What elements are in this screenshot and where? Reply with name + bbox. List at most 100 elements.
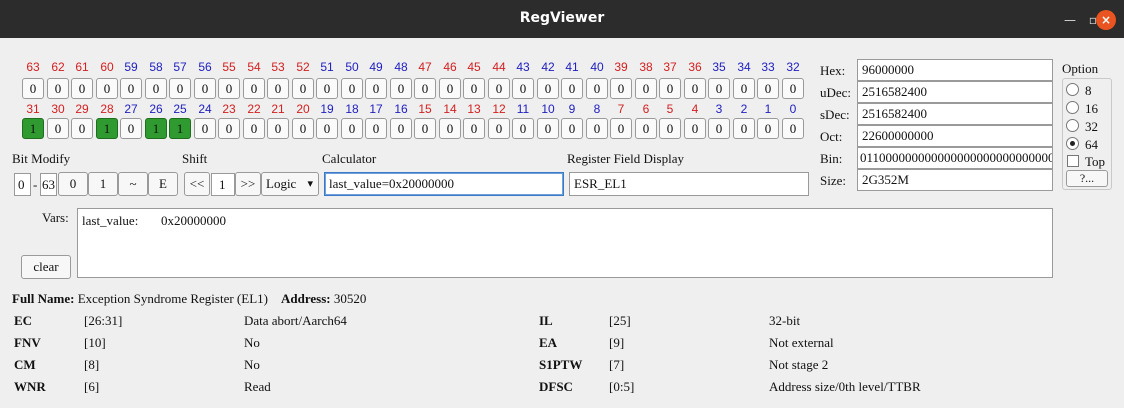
bit-toggle-button[interactable]: 0 [243,78,265,99]
bit-number: 56 [198,60,212,74]
bit-toggle-button[interactable]: 0 [22,78,44,99]
bit-toggle-button[interactable]: 0 [782,118,804,139]
bit-toggle-button[interactable]: 0 [267,118,289,139]
option-8-radio[interactable] [1066,83,1079,96]
top-checkbox[interactable] [1067,155,1079,167]
bit-toggle-button[interactable]: 0 [292,118,314,139]
sdec-label: sDec: [820,107,850,122]
clear-button[interactable]: clear [21,255,71,279]
bit-toggle-button[interactable]: 0 [659,78,681,99]
bit-toggle-button[interactable]: 0 [71,118,93,139]
bit-toggle-button[interactable]: 0 [757,118,779,139]
bit-number: 59 [124,60,138,74]
option-label: Option [1062,61,1099,76]
bit-toggle-button[interactable]: 0 [120,78,142,99]
bit-toggle-button[interactable]: 0 [537,118,559,139]
bit-toggle-button[interactable]: 0 [243,118,265,139]
bit-toggle-button[interactable]: 0 [365,118,387,139]
bit-toggle-button[interactable]: 0 [610,78,632,99]
sdec-input[interactable]: 2516582400 [857,103,1053,125]
bit-toggle-button[interactable]: 0 [218,118,240,139]
hex-input[interactable]: 96000000 [857,59,1053,81]
bit-toggle-button[interactable]: 0 [47,118,69,139]
register-field-display-input[interactable]: ESR_EL1 [569,172,809,196]
bit-toggle-button[interactable]: 0 [218,78,240,99]
more-options-button[interactable]: ?... [1066,170,1108,187]
bit-modify-to-input[interactable]: 63 [40,173,57,196]
size-input[interactable]: 2G352M [857,169,1053,191]
bit-toggle-button[interactable]: 0 [414,78,436,99]
bit-toggle-button[interactable]: 0 [512,78,534,99]
shift-left-button[interactable]: << [184,172,210,196]
shift-amount-input[interactable]: 1 [211,173,235,196]
bit-toggle-button[interactable]: 0 [684,78,706,99]
bin-input[interactable]: 011000000000000000000000000000 [857,147,1053,169]
shift-right-button[interactable]: >> [235,172,261,196]
bit-toggle-button[interactable]: 0 [145,78,167,99]
bit-toggle-button[interactable]: 0 [488,78,510,99]
invert-button[interactable]: ~ [118,172,148,196]
bit-toggle-button[interactable]: 0 [635,118,657,139]
bit-toggle-button[interactable]: 1 [169,118,191,139]
bit-toggle-button[interactable]: 0 [561,118,583,139]
option-32-radio[interactable] [1066,119,1079,132]
bit-toggle-button[interactable]: 0 [267,78,289,99]
bit-toggle-button[interactable]: 0 [561,78,583,99]
bit-toggle-button[interactable]: 0 [659,118,681,139]
bit-modify-from-input[interactable]: 0 [14,173,31,196]
shift-mode-select[interactable]: Logic ▾ [261,172,319,196]
bit-toggle-button[interactable]: 0 [586,118,608,139]
bit-toggle-button[interactable]: 0 [708,78,730,99]
bit-toggle-button[interactable]: 0 [292,78,314,99]
bit-toggle-button[interactable]: 0 [341,78,363,99]
oct-input[interactable]: 22600000000 [857,125,1053,147]
calculator-input[interactable]: last_value=0x20000000 [324,172,564,196]
bit-toggle-button[interactable]: 0 [782,78,804,99]
minimize-icon[interactable]: — [1060,10,1080,30]
option-64-radio[interactable] [1066,137,1079,150]
field-desc: Not stage 2 [769,357,829,372]
bit-toggle-button[interactable]: 1 [96,118,118,139]
bit-toggle-button[interactable]: 0 [341,118,363,139]
bit-toggle-button[interactable]: 0 [488,118,510,139]
bit-toggle-button[interactable]: 0 [390,118,412,139]
calculator-label: Calculator [322,151,377,166]
bit-toggle-button[interactable]: 0 [610,118,632,139]
bit-toggle-button[interactable]: 0 [733,78,755,99]
bit-number: 19 [320,102,334,116]
bit-toggle-button[interactable]: 0 [463,78,485,99]
vars-panel[interactable]: last_value: 0x20000000 [77,208,1053,278]
close-icon[interactable]: × [1096,10,1116,30]
bit-toggle-button[interactable]: 0 [708,118,730,139]
bit-toggle-button[interactable]: 0 [733,118,755,139]
bit-toggle-button[interactable]: 0 [194,118,216,139]
bit-toggle-button[interactable]: 0 [586,78,608,99]
bit-toggle-button[interactable]: 0 [635,78,657,99]
bit-toggle-button[interactable]: 0 [194,78,216,99]
bit-toggle-button[interactable]: 0 [390,78,412,99]
bit-toggle-button[interactable]: 0 [169,78,191,99]
field-range: [25] [609,313,631,328]
bit-toggle-button[interactable]: 0 [365,78,387,99]
bit-toggle-button[interactable]: 0 [96,78,118,99]
bit-toggle-button[interactable]: 1 [22,118,44,139]
option-16-radio[interactable] [1066,101,1079,114]
udec-input[interactable]: 2516582400 [857,81,1053,103]
bit-toggle-button[interactable]: 0 [439,118,461,139]
bit-toggle-button[interactable]: 0 [47,78,69,99]
e-button[interactable]: E [148,172,178,196]
bit-toggle-button[interactable]: 0 [316,118,338,139]
set-one-button[interactable]: 1 [88,172,118,196]
set-zero-button[interactable]: 0 [58,172,88,196]
bit-toggle-button[interactable]: 0 [316,78,338,99]
bit-toggle-button[interactable]: 0 [463,118,485,139]
bit-toggle-button[interactable]: 0 [512,118,534,139]
bit-toggle-button[interactable]: 0 [684,118,706,139]
bit-toggle-button[interactable]: 0 [414,118,436,139]
bit-toggle-button[interactable]: 0 [439,78,461,99]
bit-toggle-button[interactable]: 0 [71,78,93,99]
bit-toggle-button[interactable]: 0 [537,78,559,99]
bit-toggle-button[interactable]: 1 [145,118,167,139]
bit-toggle-button[interactable]: 0 [120,118,142,139]
bit-toggle-button[interactable]: 0 [757,78,779,99]
